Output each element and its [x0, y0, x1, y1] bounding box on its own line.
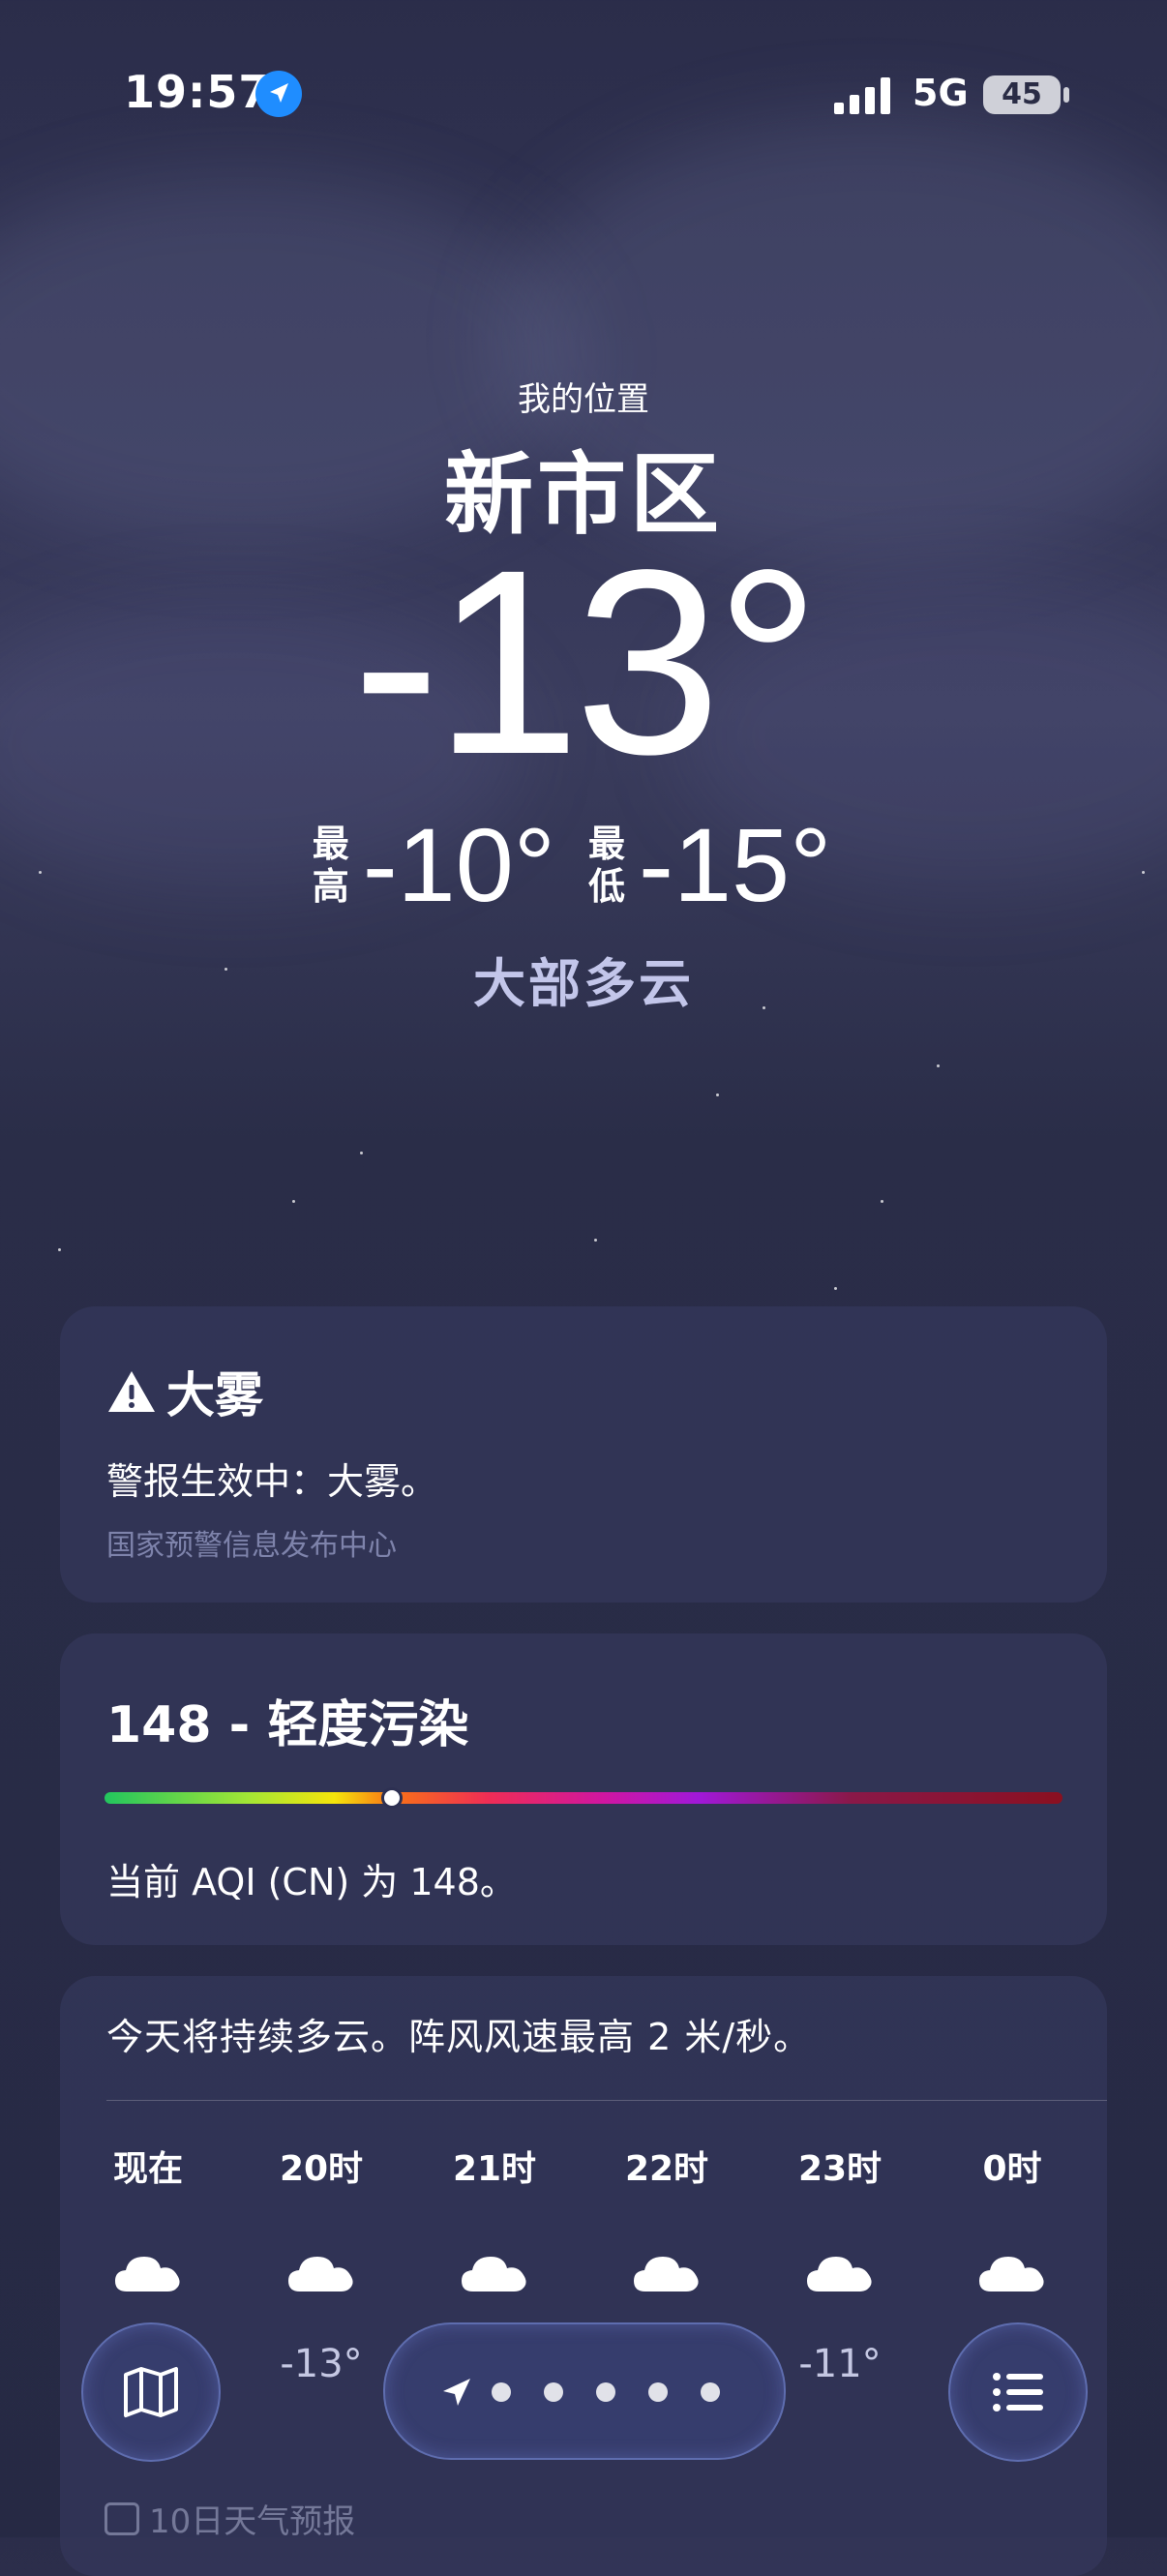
weather-alert-card[interactable]: 大雾 警报生效中：大雾。 国家预警信息发布中心: [60, 1306, 1107, 1603]
hour-item: 21时: [407, 2141, 582, 2342]
location-subtitle: 我的位置: [518, 380, 649, 419]
hour-item: 现在: [61, 2141, 235, 2342]
hour-item: 23时 -11°: [753, 2141, 927, 2386]
calendar-icon: [105, 2501, 139, 2535]
cloud-icon: [288, 2257, 353, 2291]
city-list-button[interactable]: [948, 2322, 1088, 2462]
page-indicator[interactable]: [383, 2322, 786, 2460]
alert-source: 国家预警信息发布中心: [106, 1529, 397, 1563]
cloud-icon: [807, 2257, 872, 2291]
alert-title: 大雾: [166, 1367, 263, 1423]
location-arrow-icon: [255, 71, 302, 117]
warning-triangle-icon: [108, 1371, 155, 1412]
map-icon: [124, 2367, 178, 2417]
weather-condition: 大部多云: [473, 953, 694, 1014]
aqi-indicator: [381, 1787, 403, 1809]
hour-label: 22时: [624, 2149, 709, 2189]
current-temperature: -13°: [352, 515, 821, 809]
low-label: 最低: [588, 823, 626, 908]
hour-label: 20时: [279, 2149, 364, 2189]
aqi-title: 148 - 轻度污染: [106, 1696, 469, 1754]
ten-day-forecast-link[interactable]: 10日天气预报: [105, 2495, 355, 2542]
alert-title-row: 大雾: [106, 1357, 263, 1426]
high-temperature: -10°: [362, 806, 555, 923]
cloud-icon: [634, 2257, 699, 2291]
ten-day-forecast-label: 10日天气预报: [149, 2502, 356, 2541]
page-dot[interactable]: [544, 2382, 563, 2402]
hour-item: 0时: [925, 2141, 1099, 2342]
battery-icon: 45: [983, 75, 1061, 114]
hour-label: 现在: [112, 2149, 183, 2189]
hour-label: 0时: [982, 2149, 1042, 2189]
hour-label: 23时: [797, 2149, 883, 2189]
network-type: 5G: [913, 72, 969, 114]
aqi-card[interactable]: 148 - 轻度污染 当前 AQI (CN) 为 148。: [60, 1633, 1107, 1945]
list-icon: [993, 2373, 1043, 2411]
hour-temp: -13°: [280, 2342, 363, 2386]
page-dot[interactable]: [492, 2382, 511, 2402]
alert-text: 警报生效中：大雾。: [106, 1460, 438, 1503]
aqi-scale-bar: [105, 1792, 1062, 1804]
battery-tip: [1063, 87, 1069, 103]
high-low: 最高 -10° 最低 -15°: [0, 813, 1167, 917]
status-time: 19:57: [124, 66, 271, 118]
hour-label: 21时: [452, 2149, 537, 2189]
page-dot[interactable]: [648, 2382, 668, 2402]
hourly-summary: 今天将持续多云。阵风风速最高 2 米/秒。: [106, 2016, 812, 2058]
location-arrow-icon: [443, 2379, 470, 2406]
divider: [106, 2100, 1107, 2101]
hour-item: 22时: [580, 2141, 754, 2342]
map-button[interactable]: [81, 2322, 221, 2462]
hour-item: 20时 -13°: [234, 2141, 408, 2386]
aqi-description: 当前 AQI (CN) 为 148。: [106, 1861, 517, 1903]
high-label: 最高: [312, 823, 349, 908]
cloud-icon: [979, 2257, 1044, 2291]
low-temperature: -15°: [639, 806, 832, 923]
page-dot[interactable]: [596, 2382, 615, 2402]
page-dot[interactable]: [701, 2382, 720, 2402]
status-bar: 19:57 5G 45: [0, 0, 1167, 194]
cloud-icon: [115, 2257, 180, 2291]
cloud-icon: [462, 2257, 526, 2291]
cellular-signal-icon: [834, 75, 892, 114]
hourly-forecast-card[interactable]: 今天将持续多云。阵风风速最高 2 米/秒。 现在 20时 -13° 21时 22…: [60, 1976, 1107, 2576]
